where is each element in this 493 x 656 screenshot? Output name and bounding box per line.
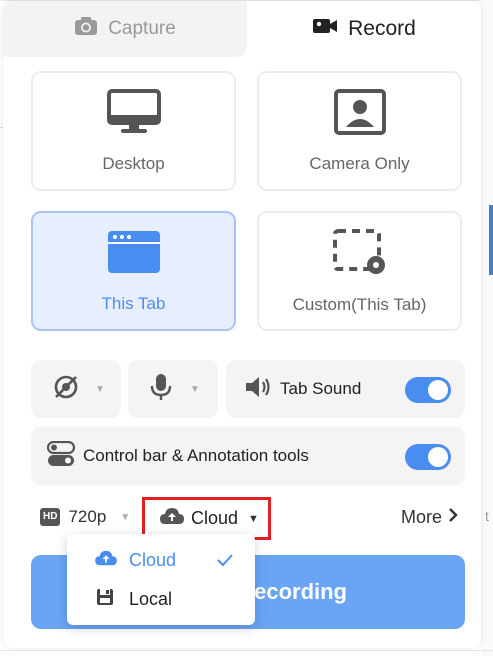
camera-off-icon xyxy=(53,374,79,405)
control-bar-toggle[interactable] xyxy=(405,444,451,470)
camera-icon xyxy=(74,16,98,42)
hd-badge-icon: HD xyxy=(40,508,61,526)
mode-this-tab-label: This Tab xyxy=(101,293,166,313)
more-button[interactable]: More xyxy=(401,507,458,528)
chevron-right-icon xyxy=(448,507,458,528)
storage-option-local-label: Local xyxy=(129,588,173,609)
checkmark-icon xyxy=(217,551,233,572)
camera-toggle-dropdown[interactable]: ▼ xyxy=(31,360,121,418)
start-recording-label: ecording xyxy=(254,579,347,604)
mode-custom-label: Custom(This Tab) xyxy=(292,294,427,314)
tab-sound-row: Tab Sound xyxy=(226,360,465,418)
mode-custom-area[interactable]: Custom(This Tab) xyxy=(257,211,462,331)
cloud-upload-icon xyxy=(94,549,120,572)
tab-capture[interactable]: Capture xyxy=(3,1,247,57)
custom-region-icon xyxy=(332,228,388,281)
tab-record[interactable]: Record xyxy=(247,1,481,57)
storage-option-local[interactable]: Local xyxy=(67,580,255,618)
mode-desktop[interactable]: Desktop xyxy=(31,71,236,191)
mode-this-tab[interactable]: This Tab xyxy=(31,211,236,331)
toggles-icon xyxy=(46,440,76,472)
background-page-accent xyxy=(489,205,493,275)
tab-sound-toggle[interactable] xyxy=(405,377,451,403)
browser-tab-icon xyxy=(107,229,161,280)
background-divider-bottom xyxy=(0,650,493,651)
tab-capture-label: Capture xyxy=(108,18,176,39)
storage-option-cloud[interactable]: Cloud xyxy=(67,541,255,579)
quality-value: 720p xyxy=(68,507,107,526)
monitor-icon xyxy=(106,88,161,140)
tab-record-label: Record xyxy=(348,17,416,40)
floppy-disk-icon xyxy=(96,588,120,611)
storage-menu: Cloud Local xyxy=(67,534,255,625)
tab-sound-label: Tab Sound xyxy=(280,379,362,398)
chevron-down-icon: ▼ xyxy=(120,511,131,523)
video-camera-icon xyxy=(312,17,338,41)
speaker-icon xyxy=(244,375,272,404)
chevron-down-icon: ▼ xyxy=(190,383,200,395)
chevron-down-icon: ▼ xyxy=(95,383,105,395)
control-bar-label: Control bar & Annotation tools xyxy=(83,446,309,465)
quality-dropdown[interactable]: HD 720p ▼ xyxy=(40,507,130,527)
user-portrait-icon xyxy=(333,88,387,140)
microphone-icon xyxy=(150,373,172,406)
more-label: More xyxy=(401,507,443,527)
storage-option-cloud-label: Cloud xyxy=(129,549,177,570)
background-page-strip xyxy=(481,0,493,656)
control-bar-row: Control bar & Annotation tools xyxy=(31,427,465,485)
mode-desktop-label: Desktop xyxy=(102,153,165,173)
mode-camera-only-label: Camera Only xyxy=(309,153,410,173)
mode-camera-only[interactable]: Camera Only xyxy=(257,71,462,191)
background-page-glyph: t xyxy=(485,508,489,524)
microphone-dropdown[interactable]: ▼ xyxy=(128,360,218,418)
